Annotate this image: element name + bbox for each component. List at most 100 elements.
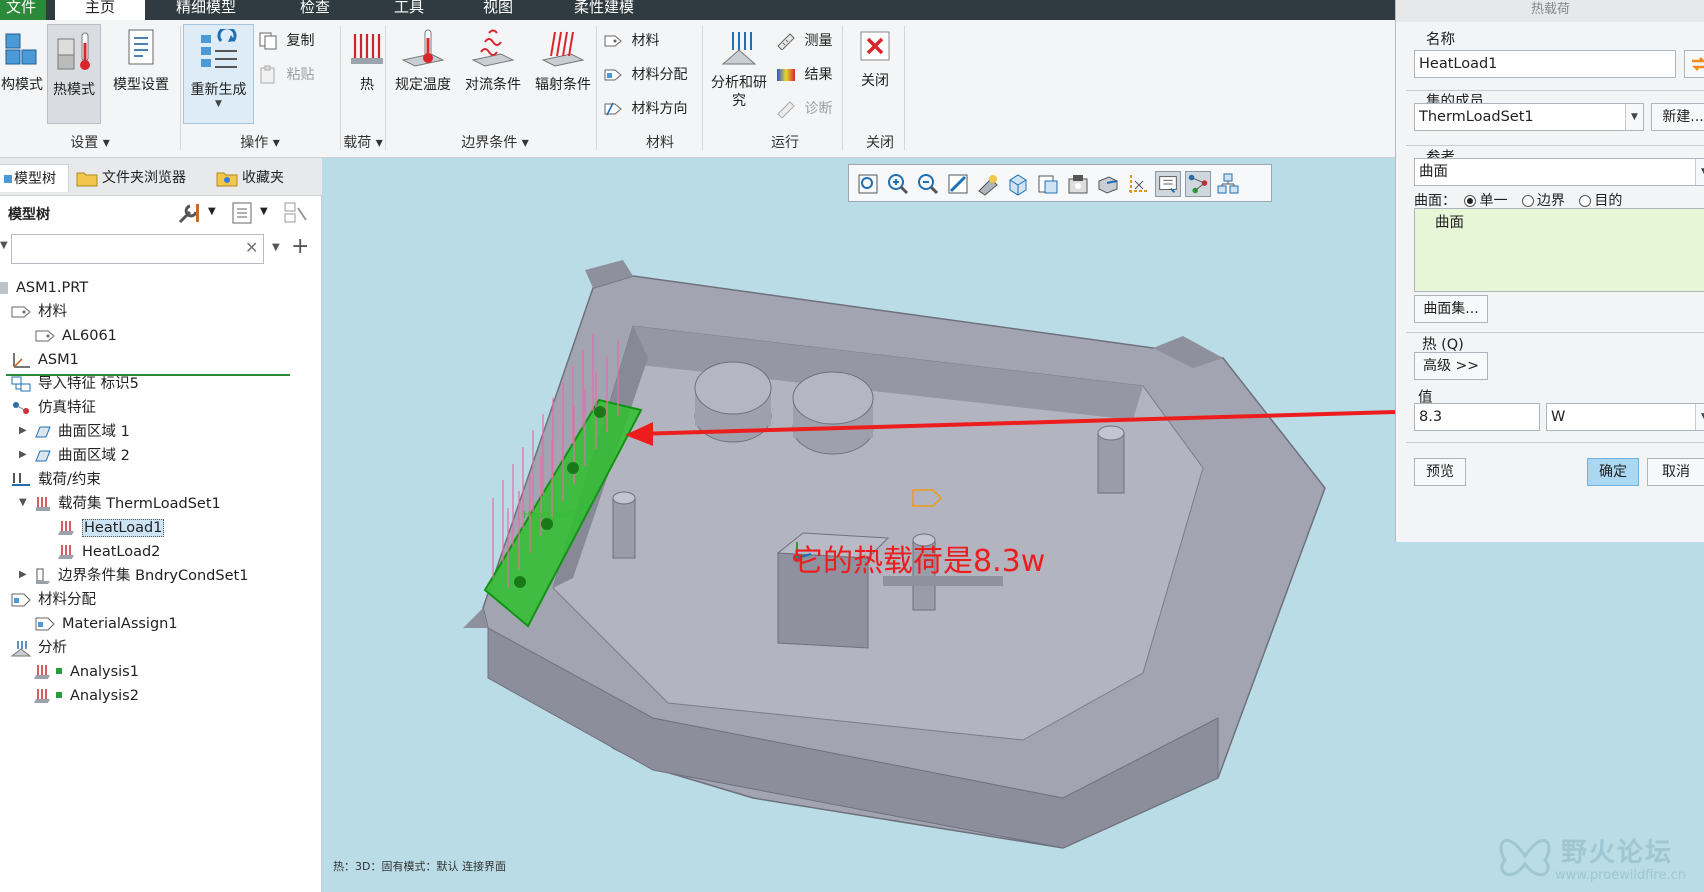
heat-load-button[interactable]: 热: [344, 28, 390, 112]
tree-node-surface-region-2[interactable]: 曲面区域 2: [34, 445, 130, 467]
repaint-icon[interactable]: [945, 171, 971, 197]
cad-model-housing[interactable]: HeatLoad1: [323, 158, 1395, 892]
measure-button[interactable]: 测量: [776, 30, 832, 50]
tree-node-asm1-prt[interactable]: ASM1.PRT: [0, 277, 88, 299]
tree-filter-icon[interactable]: [282, 200, 310, 226]
tab-file[interactable]: 文件: [0, 0, 46, 20]
collapse-arrow-icon[interactable]: ▼: [19, 497, 27, 508]
copy-button[interactable]: 复制: [258, 30, 314, 51]
search-funnel-icon[interactable]: ▼: [0, 240, 8, 251]
tree-columns-dropdown-icon[interactable]: ▼: [260, 206, 268, 217]
graphics-viewport[interactable]: HeatLoad1 它的热载荷是8.3w 热：3D：固有模式：默认 连接界面: [323, 158, 1395, 892]
search-dropdown-icon[interactable]: ▼: [272, 242, 280, 253]
material-orientation-button[interactable]: 材料方向: [603, 98, 687, 118]
tree-node-asm1-csys[interactable]: ASM1: [10, 349, 79, 371]
group-label-loads[interactable]: 载荷 ▾: [330, 132, 396, 152]
diagnose-button[interactable]: 诊断: [776, 98, 832, 118]
structure-mode-button[interactable]: 构模式: [0, 28, 44, 112]
close-mode-button[interactable]: 关闭: [848, 28, 902, 112]
datum-display-icon[interactable]: [1125, 171, 1151, 197]
tree-columns-icon[interactable]: [230, 200, 254, 226]
material-assign-button[interactable]: 材料分配: [603, 64, 687, 84]
expand-arrow-icon[interactable]: ▶: [19, 449, 27, 460]
tab-model-tree[interactable]: 模型树: [0, 164, 69, 192]
materials-button[interactable]: 材料: [603, 30, 659, 50]
paste-button[interactable]: 粘贴: [258, 64, 314, 85]
tab-view[interactable]: 视图: [477, 0, 519, 20]
radio-single[interactable]: [1464, 195, 1477, 207]
expand-arrow-icon[interactable]: ▶: [19, 569, 27, 580]
results-button[interactable]: 结果: [776, 64, 832, 84]
name-input[interactable]: HeatLoad1: [1414, 50, 1676, 78]
group-label-boundary-conditions[interactable]: 边界条件 ▾: [430, 132, 560, 152]
radio-boundary[interactable]: [1521, 195, 1534, 207]
regenerate-dropdown-icon[interactable]: ▼: [184, 99, 253, 109]
name-pick-button[interactable]: [1684, 50, 1704, 78]
group-label-operations[interactable]: 操作 ▾: [200, 132, 320, 152]
chevron-down-icon[interactable]: ▼: [1695, 159, 1704, 185]
tree-node-simulation-features[interactable]: 仿真特征: [10, 397, 96, 419]
tree-settings-icon[interactable]: [176, 200, 202, 226]
prescribed-temperature-button[interactable]: 规定温度: [388, 28, 458, 112]
tree-node-materialassign1[interactable]: MaterialAssign1: [34, 613, 178, 635]
tree-node-heatload1[interactable]: HeatLoad1: [58, 517, 165, 539]
heat-value-input[interactable]: 8.3: [1414, 403, 1540, 431]
cancel-button[interactable]: 取消: [1647, 458, 1704, 486]
new-set-button[interactable]: 新建...: [1651, 103, 1704, 131]
tab-folder-browser[interactable]: 文件夹浏览器: [76, 164, 202, 192]
tree-node-import-feature[interactable]: 导入特征 标识5: [10, 373, 139, 395]
tab-inspect[interactable]: 检查: [294, 0, 336, 20]
simulation-display-icon[interactable]: [1155, 171, 1181, 197]
chevron-down-icon[interactable]: ▼: [1695, 404, 1704, 430]
thermal-mode-button[interactable]: 热模式: [47, 24, 101, 124]
tab-flexible-modeling[interactable]: 柔性建模: [568, 0, 640, 20]
tree-node-load-set[interactable]: 载荷集 ThermLoadSet1: [34, 493, 221, 515]
tree-node-loads-constraints[interactable]: 载荷/约束: [10, 469, 101, 491]
preview-button[interactable]: 预览: [1414, 458, 1466, 486]
tab-refine-model[interactable]: 精细模型: [170, 0, 242, 20]
tree-search-input[interactable]: [11, 234, 264, 264]
tree-node-analysis2[interactable]: Analysis2: [34, 685, 139, 707]
tab-favorites[interactable]: 收藏夹: [216, 164, 306, 192]
perspective-view-icon[interactable]: [1065, 171, 1091, 197]
tab-tools[interactable]: 工具: [388, 0, 430, 20]
chevron-down-icon[interactable]: ▼: [1625, 104, 1643, 130]
display-style-icon[interactable]: [975, 171, 1001, 197]
component-display-icon[interactable]: [1215, 171, 1241, 197]
expand-arrow-icon[interactable]: ▶: [19, 425, 27, 436]
tree-node-boundary-condition-set[interactable]: 边界条件集 BndryCondSet1: [34, 565, 248, 587]
group-label-setup[interactable]: 设置 ▾: [30, 132, 150, 152]
zoom-out-icon[interactable]: [915, 171, 941, 197]
model-setup-button[interactable]: 模型设置: [106, 28, 176, 112]
tab-home[interactable]: 主页: [55, 0, 145, 20]
regenerate-button[interactable]: 重新生成 ▼: [183, 24, 254, 124]
tree-node-heatload2[interactable]: HeatLoad2: [58, 541, 160, 563]
tree-node-surface-region-1[interactable]: 曲面区域 1: [34, 421, 130, 443]
unit-select[interactable]: W ▼: [1546, 403, 1704, 431]
section-view-icon[interactable]: [1095, 171, 1121, 197]
reference-collector[interactable]: 曲面: [1414, 208, 1704, 292]
tree-node-analysis1[interactable]: Analysis1: [34, 661, 139, 683]
surface-sets-button[interactable]: 曲面集...: [1414, 295, 1488, 323]
tree-node-material-assignments[interactable]: 材料分配: [10, 589, 96, 611]
tree-node-analyses[interactable]: 分析: [10, 637, 67, 659]
zoom-in-icon[interactable]: [885, 171, 911, 197]
analyses-studies-button[interactable]: 分析和研究: [706, 28, 772, 128]
connection-display-icon[interactable]: [1185, 171, 1211, 197]
ok-button[interactable]: 确定: [1587, 458, 1639, 486]
reference-type-select[interactable]: 曲面 ▼: [1414, 158, 1704, 186]
convection-button[interactable]: 对流条件: [458, 28, 528, 112]
radiation-button[interactable]: 辐射条件: [528, 28, 598, 112]
tree-settings-dropdown-icon[interactable]: ▼: [208, 206, 216, 217]
saved-orientations-icon[interactable]: [1005, 171, 1031, 197]
view-manager-icon[interactable]: [1035, 171, 1061, 197]
reference-item[interactable]: 曲面: [1435, 211, 1464, 232]
advanced-button[interactable]: 高级 >>: [1414, 352, 1488, 380]
tree-node-al6061[interactable]: AL6061: [34, 325, 117, 347]
tree-node-materials[interactable]: 材料: [10, 301, 67, 323]
refit-icon[interactable]: [855, 171, 881, 197]
radio-target[interactable]: [1579, 195, 1592, 207]
member-of-set-select[interactable]: ThermLoadSet1 ▼: [1414, 103, 1644, 131]
clear-search-icon[interactable]: ✕: [245, 238, 258, 257]
add-filter-icon[interactable]: +: [291, 234, 309, 259]
